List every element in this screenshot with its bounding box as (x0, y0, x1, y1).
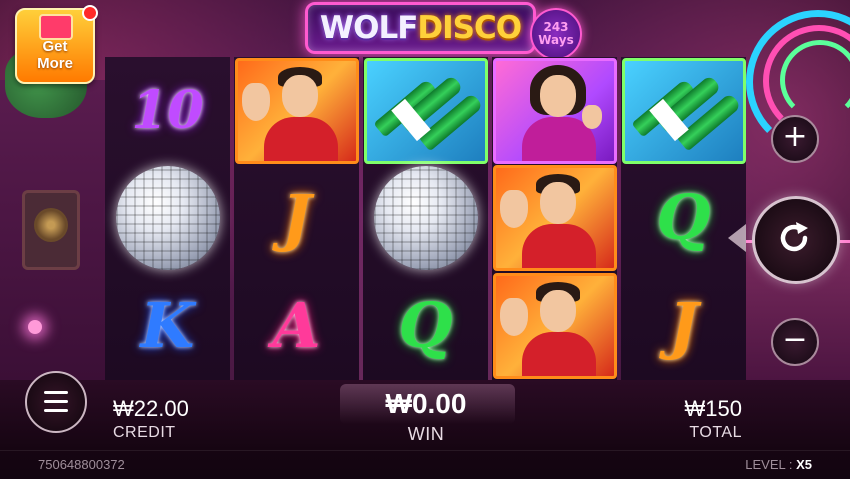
symbol-j-icon: J (281, 181, 312, 255)
ways-badge: 243 Ways (530, 8, 582, 60)
reel-3-symbol-1 (363, 57, 488, 165)
hamburger-icon (44, 400, 68, 403)
chevron-left-icon (728, 224, 746, 252)
reel-2-symbol-1 (234, 57, 359, 165)
reel-5-symbol-3: J (621, 272, 746, 380)
get-more-label-line1: Get (42, 38, 68, 55)
symbol-k-icon: K (140, 288, 195, 362)
ways-label: Ways (538, 33, 574, 47)
win-label: WIN (407, 424, 445, 444)
total-bet-value[interactable]: ₩150 (660, 396, 742, 422)
woman-portrait-icon (492, 57, 617, 164)
reel-5-symbol-2: Q (621, 165, 746, 273)
reel-1: 10 K (105, 57, 230, 380)
footer-divider (0, 450, 850, 451)
reel-2-symbol-3: A (234, 272, 359, 380)
reel-2-symbol-2: J (234, 165, 359, 273)
menu-button[interactable] (25, 371, 87, 433)
reel-1-symbol-3: K (105, 272, 230, 380)
bottles-icon (363, 57, 488, 164)
disco-ball-icon (373, 166, 478, 271)
reel-5-symbol-1 (621, 57, 746, 165)
get-more-button[interactable]: Get More (15, 5, 98, 84)
neon-arch (780, 40, 850, 120)
refresh-icon (780, 222, 808, 252)
man-portrait-icon (492, 165, 617, 272)
notification-dot (82, 5, 98, 21)
disco-ball-icon (115, 166, 220, 271)
reel-3-symbol-2 (363, 165, 488, 273)
lamp-decor (28, 320, 42, 334)
symbol-q-icon: Q (398, 288, 453, 362)
reel-5: QJ (621, 57, 746, 380)
reel-1-symbol-1: 10 (105, 57, 230, 165)
symbol-q-icon: Q (656, 181, 711, 255)
symbol-10-icon: 10 (131, 79, 204, 141)
reel-4-symbol-1 (492, 57, 617, 165)
gift-icon (39, 14, 73, 40)
speaker-decor (22, 190, 80, 270)
man-portrait-icon (234, 57, 359, 164)
bet-decrease-button[interactable]: − (771, 318, 819, 366)
credit-label: CREDIT (113, 424, 176, 441)
reel-4-symbol-2 (492, 165, 617, 273)
spin-button[interactable] (752, 196, 840, 284)
game-logo: WOLFDISCO (305, 2, 536, 54)
bet-increase-button[interactable]: + (771, 115, 819, 163)
symbol-j-icon: J (668, 288, 699, 362)
reel-4-symbol-3 (492, 272, 617, 380)
logo-word-disco: DISCO (417, 10, 522, 46)
reel-3-symbol-3: Q (363, 272, 488, 380)
credit-value: ₩22.00 (113, 396, 189, 421)
hamburger-icon (44, 391, 68, 394)
level-value: X5 (796, 457, 812, 472)
win-value: ₩0.00 (385, 388, 467, 419)
reel-2: JA (234, 57, 359, 380)
get-more-label-line2: More (37, 55, 73, 72)
level-indicator: LEVEL : X5 (745, 457, 812, 472)
session-id: 750648800372 (38, 457, 125, 472)
level-label: LEVEL : (745, 457, 793, 472)
hamburger-icon (44, 409, 68, 412)
man-portrait-icon (492, 272, 617, 379)
reel-4 (492, 57, 617, 380)
logo-word-wolf: WOLF (319, 10, 418, 46)
reel-3: Q (363, 57, 488, 380)
bottles-icon (621, 57, 746, 164)
symbol-a-icon: A (272, 288, 321, 362)
club-decor-left (0, 80, 105, 380)
reel-1-symbol-2 (105, 165, 230, 273)
total-bet-label: TOTAL (689, 424, 742, 441)
reel-grid: 10 K J A Q Q J (105, 57, 747, 380)
